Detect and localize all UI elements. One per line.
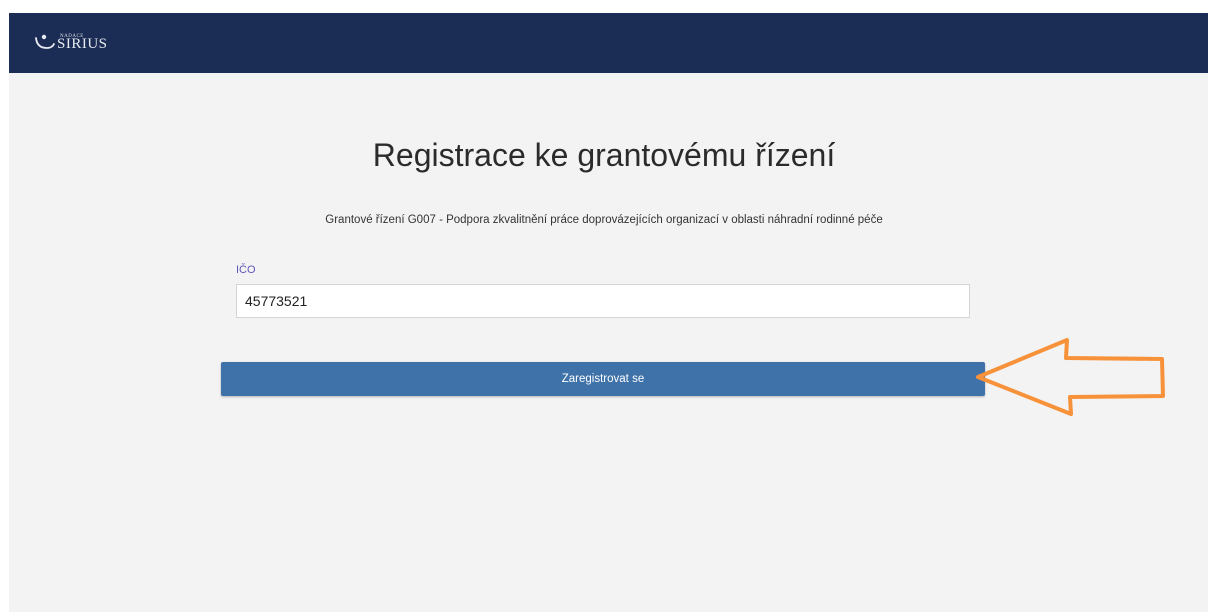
logo-crescent-icon xyxy=(35,34,55,49)
logo-main-text: SIRIUS xyxy=(57,36,108,52)
ico-label: IČO xyxy=(236,264,256,276)
page-title: Registrace ke grantovému řízení xyxy=(372,137,836,173)
register-button[interactable]: Zaregistrovat se xyxy=(221,362,985,396)
ico-input[interactable] xyxy=(236,284,970,318)
sirius-logo[interactable]: NADACE SIRIUS xyxy=(33,29,123,59)
grant-description: Grantové řízení G007 - Podpora zkvalitně… xyxy=(325,214,883,226)
top-navbar: NADACE SIRIUS xyxy=(9,13,1208,73)
arrow-left-icon xyxy=(976,338,1165,416)
